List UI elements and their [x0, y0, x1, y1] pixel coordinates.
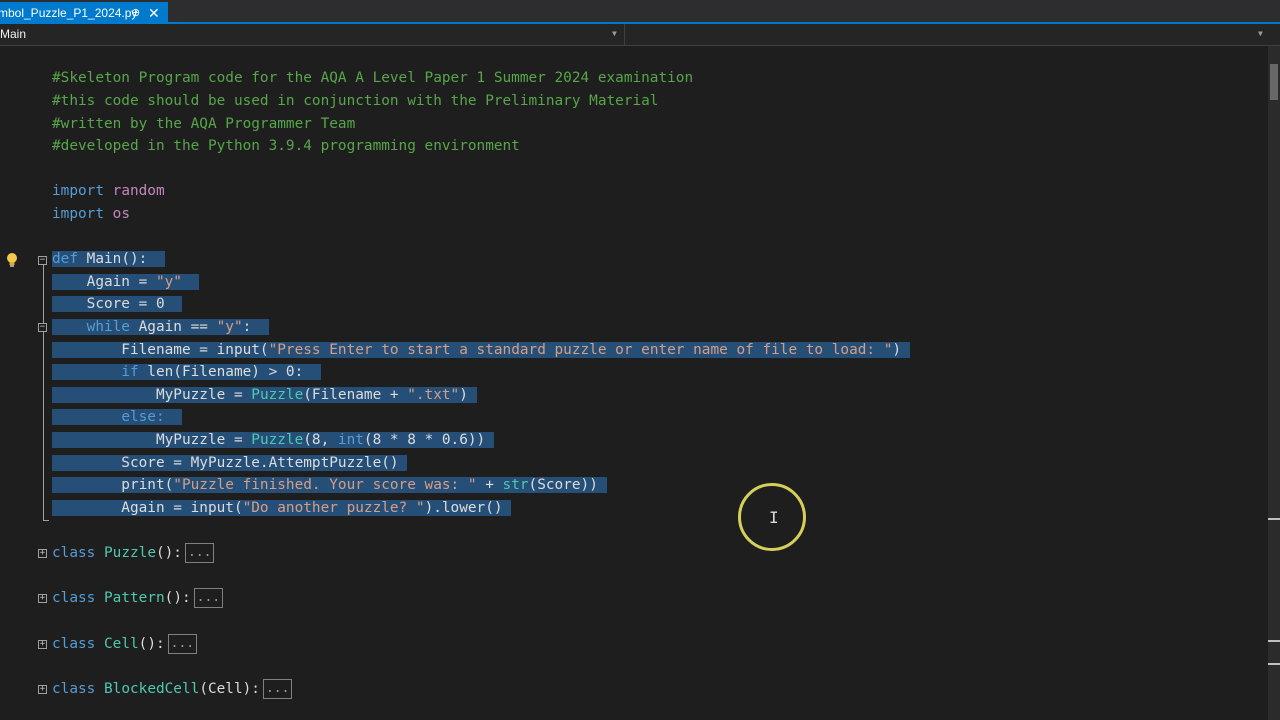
- tab-bar: mbol_Puzzle_P1_2024.py ⊕ ✕: [0, 0, 1280, 24]
- expand-icon[interactable]: +: [38, 685, 47, 694]
- scroll-marker: [1268, 640, 1280, 642]
- code-line: import os: [52, 206, 130, 222]
- code-line: Again = input("Do another puzzle? ").low…: [52, 497, 512, 519]
- expand-icon[interactable]: +: [38, 640, 47, 649]
- collapsed-block[interactable]: ...: [262, 679, 293, 699]
- code-line: else:: [52, 406, 182, 428]
- code-line: import random: [52, 183, 165, 199]
- code-line: MyPuzzle = Puzzle(Filename + ".txt"): [52, 384, 477, 406]
- tab-filename: mbol_Puzzle_P1_2024.py: [0, 6, 138, 20]
- chevron-down-icon[interactable]: ▼: [612, 29, 617, 38]
- code-line: Score = MyPuzzle.AttemptPuzzle(): [52, 452, 408, 474]
- collapse-icon[interactable]: −: [38, 323, 47, 332]
- code-line: Again = "y": [52, 271, 200, 293]
- pin-icon[interactable]: ⊕: [131, 2, 140, 24]
- tab-file[interactable]: mbol_Puzzle_P1_2024.py ⊕ ✕: [0, 2, 168, 24]
- code-line: if len(Filename) > 0:: [52, 361, 321, 383]
- code-line: #Skeleton Program code for the AQA A Lev…: [52, 70, 694, 86]
- collapsed-block[interactable]: ...: [184, 543, 215, 563]
- chevron-down-icon[interactable]: ▼: [1258, 29, 1263, 38]
- code-line: Score = 0: [52, 293, 182, 315]
- close-icon[interactable]: ✕: [148, 2, 160, 24]
- code-line: class Puzzle():...: [52, 542, 215, 564]
- scope-dropdown[interactable]: Main: [0, 27, 26, 41]
- lightbulb-icon[interactable]: [4, 252, 20, 268]
- scroll-marker: [1268, 663, 1280, 665]
- navigation-bar: Main ▼ ▼: [0, 24, 1280, 46]
- vertical-scrollbar[interactable]: [1268, 46, 1280, 720]
- expand-icon[interactable]: +: [38, 594, 47, 603]
- code-line: #this code should be used in conjunction…: [52, 93, 659, 109]
- code-line: MyPuzzle = Puzzle(8, int(8 * 8 * 0.6)): [52, 429, 494, 451]
- collapsed-block[interactable]: ...: [193, 588, 224, 608]
- code-line: def Main():: [52, 248, 165, 270]
- code-line: class Pattern():...: [52, 587, 224, 609]
- text-cursor-icon: I: [769, 508, 779, 527]
- code-editor[interactable]: #Skeleton Program code for the AQA A Lev…: [0, 46, 1268, 720]
- fold-guide: [43, 265, 44, 520]
- code-line: #developed in the Python 3.9.4 programmi…: [52, 138, 520, 154]
- expand-icon[interactable]: +: [38, 549, 47, 558]
- code-line: print("Puzzle finished. Your score was: …: [52, 474, 607, 496]
- collapse-icon[interactable]: −: [38, 256, 47, 265]
- code-line: Filename = input("Press Enter to start a…: [52, 339, 910, 361]
- code-line: class Cell():...: [52, 633, 198, 655]
- code-line: while Again == "y":: [52, 316, 269, 338]
- scroll-marker: [1268, 518, 1280, 520]
- scrollbar-thumb[interactable]: [1270, 64, 1278, 100]
- code-line: #written by the AQA Programmer Team: [52, 116, 356, 132]
- fold-guide-end: [43, 520, 49, 521]
- code-line: class BlockedCell(Cell):...: [52, 678, 293, 700]
- divider: [624, 24, 625, 45]
- collapsed-block[interactable]: ...: [167, 634, 198, 654]
